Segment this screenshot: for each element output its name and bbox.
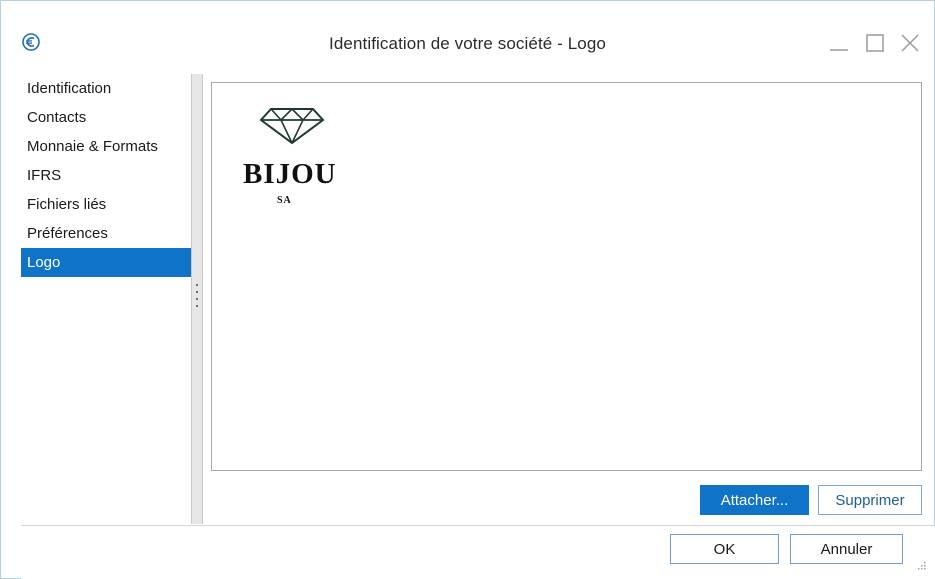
logo-preview-panel: BIJOU SA [211,82,922,471]
panel-splitter[interactable] [191,74,203,524]
minimize-icon[interactable] [827,31,851,55]
splitter-grip-icon[interactable] [196,284,199,312]
sidebar-item-contacts[interactable]: Contacts [21,103,191,132]
window-title: Identification de votre société - Logo [329,34,606,53]
cancel-button[interactable]: Annuler [790,534,903,564]
attach-button[interactable]: Attacher... [700,485,809,515]
close-icon[interactable] [898,31,922,55]
resize-grip-icon[interactable] [916,560,926,570]
ok-button[interactable]: OK [670,534,779,564]
sidebar-nav: Identification Contacts Monnaie & Format… [21,74,191,524]
diamond-icon [259,107,325,145]
sidebar-item-ifrs[interactable]: IFRS [21,161,191,190]
sidebar-item-identification[interactable]: Identification [21,74,191,103]
maximize-icon[interactable] [863,31,887,55]
sidebar-item-logo[interactable]: Logo [21,248,191,277]
sidebar-item-monnaie-formats[interactable]: Monnaie & Formats [21,132,191,161]
sidebar-item-fichiers-lies[interactable]: Fichiers liés [21,190,191,219]
sidebar-item-preferences[interactable]: Préférences [21,219,191,248]
logo-subtitle: SA [277,195,292,206]
title-bar[interactable]: Identification de votre société - Logo [1,1,934,63]
logo-name: BIJOU [243,158,337,190]
company-logo: BIJOU SA [243,107,343,217]
delete-button[interactable]: Supprimer [818,485,922,515]
dialog-window: Identification de votre société - Logo I… [0,0,935,579]
